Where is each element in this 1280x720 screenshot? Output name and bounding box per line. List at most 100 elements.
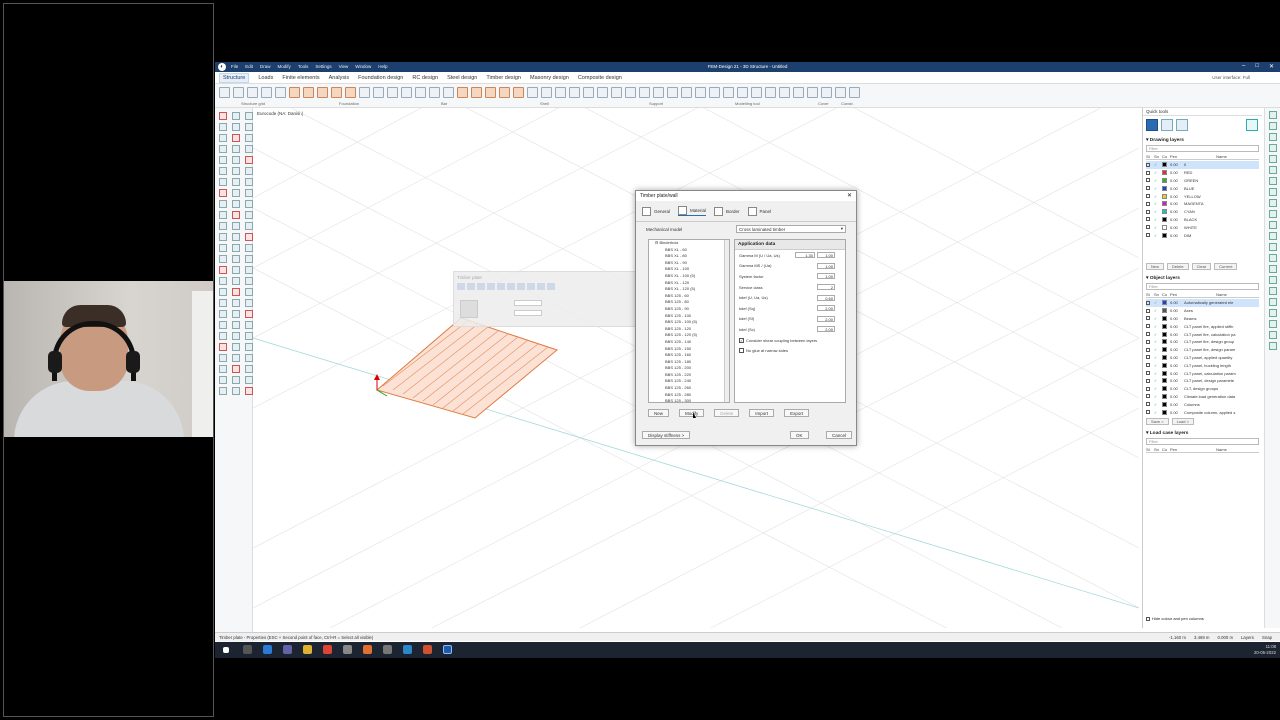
left-tool-icon[interactable] xyxy=(245,387,253,395)
layer-row[interactable]: ✓ 0.00 YELLOW xyxy=(1146,192,1259,200)
left-tool-icon[interactable] xyxy=(232,332,240,340)
toolbar-tool-icon[interactable] xyxy=(443,87,454,98)
layer-color-swatch[interactable] xyxy=(1162,216,1167,222)
toolbar-tool-icon[interactable] xyxy=(653,87,664,98)
layer-visible-checkbox[interactable] xyxy=(1146,371,1150,376)
left-tool-icon[interactable] xyxy=(232,288,240,296)
toolbar-tool-icon[interactable] xyxy=(639,87,650,98)
toolbar-tool-icon[interactable] xyxy=(695,87,706,98)
objects-tab-icon[interactable] xyxy=(1176,119,1188,131)
layer-new-button[interactable]: New xyxy=(1146,263,1165,270)
row-value-field[interactable]: 2 xyxy=(817,284,835,291)
tab-structure[interactable]: Structure xyxy=(219,72,250,83)
tree-item[interactable]: BBS 125 - 280 xyxy=(649,392,729,399)
left-tool-icon[interactable] xyxy=(245,277,253,285)
layer-snap-check-icon[interactable]: ✓ xyxy=(1154,339,1162,344)
toolbar-tool-icon[interactable] xyxy=(583,87,594,98)
layer-visible-checkbox[interactable] xyxy=(1146,186,1150,191)
toolbar-tool-icon[interactable] xyxy=(233,87,244,98)
tab-rc-design[interactable]: RC design xyxy=(412,75,438,81)
dialog-close-icon[interactable]: ✕ xyxy=(847,192,852,199)
toolbar-tool-icon[interactable] xyxy=(317,87,328,98)
left-tool-icon[interactable] xyxy=(232,156,240,164)
layer-row[interactable]: ✓ 0.00 Axes xyxy=(1146,307,1259,315)
layer-visible-checkbox[interactable] xyxy=(1146,363,1150,368)
left-tool-icon[interactable] xyxy=(232,211,240,219)
new-button[interactable]: New xyxy=(648,409,670,417)
layer-row[interactable]: ✓ 0.00 CYAN xyxy=(1146,208,1259,216)
tree-item[interactable]: BBS 125 - 260 xyxy=(649,385,729,392)
display-stiffness-button[interactable]: Display stiffness > xyxy=(642,431,691,439)
left-tool-icon[interactable] xyxy=(245,145,253,153)
tree-item[interactable]: BBS XL - 100 xyxy=(649,266,729,273)
layer-clear-button[interactable]: Clear xyxy=(1191,263,1212,270)
layer-color-swatch[interactable] xyxy=(1162,362,1167,368)
toolbar-tool-icon[interactable] xyxy=(849,87,860,98)
left-tool-icon[interactable] xyxy=(232,134,240,142)
toolbar-tool-icon[interactable] xyxy=(779,87,790,98)
layer-row[interactable]: ✓ 0.00 CLT panel fire, calculation pa xyxy=(1146,330,1259,338)
material-library-tree[interactable]: ⊟ Binderholz BBS XL - 60 BBS XL - 80 BBS X… xyxy=(648,239,730,403)
left-tool-icon[interactable] xyxy=(232,277,240,285)
layer-snap-check-icon[interactable]: ✓ xyxy=(1154,394,1162,399)
left-tool-icon[interactable] xyxy=(219,299,227,307)
tree-item[interactable]: BBS 125 - 240 xyxy=(649,378,729,385)
left-tool-icon[interactable] xyxy=(232,123,240,131)
import-button[interactable]: Import xyxy=(749,409,775,417)
left-tool-icon[interactable] xyxy=(245,222,253,230)
left-tool-icon[interactable] xyxy=(232,233,240,241)
left-tool-icon[interactable] xyxy=(232,387,240,395)
layer-snap-check-icon[interactable]: ✓ xyxy=(1154,371,1162,376)
row-value-field[interactable]: 2.00 xyxy=(817,326,835,333)
tree-item[interactable]: BBS XL - 100 (5) xyxy=(649,273,729,280)
left-tool-icon[interactable] xyxy=(245,310,253,318)
status-snap-button[interactable]: Snap xyxy=(1262,635,1272,640)
layer-visible-checkbox[interactable] xyxy=(1146,339,1150,344)
left-tool-icon[interactable] xyxy=(219,222,227,230)
tree-item[interactable]: BBS 125 - 60 xyxy=(649,293,729,300)
tab-loads[interactable]: Loads xyxy=(258,75,273,81)
left-tool-icon[interactable] xyxy=(232,200,240,208)
left-tool-icon[interactable] xyxy=(219,288,227,296)
row-value-field[interactable]: 1.00 xyxy=(817,252,835,259)
outlook-icon[interactable] xyxy=(263,645,272,654)
left-tool-icon[interactable] xyxy=(232,255,240,263)
side-tool-icon[interactable] xyxy=(1269,188,1277,196)
layer-snap-check-icon[interactable]: ✓ xyxy=(1154,308,1162,313)
toolbar-tool-icon[interactable] xyxy=(499,87,510,98)
drawing-layers-filter[interactable]: Filter xyxy=(1146,145,1259,152)
tree-item[interactable]: BBS XL - 60 xyxy=(649,247,729,254)
side-tool-icon[interactable] xyxy=(1269,309,1277,317)
left-tool-icon[interactable] xyxy=(245,189,253,197)
layer-visible-checkbox[interactable] xyxy=(1146,170,1150,175)
toolbar-tool-icon[interactable] xyxy=(541,87,552,98)
load-case-layers-filter[interactable]: Filter xyxy=(1146,437,1259,445)
toolbar-tool-icon[interactable] xyxy=(821,87,832,98)
layer-color-swatch[interactable] xyxy=(1162,378,1167,384)
left-tool-icon[interactable] xyxy=(219,365,227,373)
layer-color-swatch[interactable] xyxy=(1162,409,1167,415)
left-tool-icon[interactable] xyxy=(245,365,253,373)
tree-item[interactable]: BBS 125 - 150 xyxy=(649,346,729,353)
left-tool-icon[interactable] xyxy=(232,266,240,274)
teams-icon[interactable] xyxy=(283,645,292,654)
layer-visible-checkbox[interactable] xyxy=(1146,410,1150,415)
side-tool-icon[interactable] xyxy=(1269,320,1277,328)
layer-row[interactable]: ✓ 0.00 Automatically generated ele xyxy=(1146,299,1259,307)
layer-row[interactable]: ✓ 0.00 BLACK xyxy=(1146,216,1259,224)
tab-composite-design[interactable]: Composite design xyxy=(578,75,622,81)
row-value-field[interactable]: 1.00 xyxy=(817,273,835,280)
left-tool-icon[interactable] xyxy=(245,156,253,164)
left-tool-icon[interactable] xyxy=(219,310,227,318)
tree-item[interactable]: BBS 125 - 120 (5) xyxy=(649,332,729,339)
left-tool-icon[interactable] xyxy=(232,222,240,230)
tab-steel-design[interactable]: Steel design xyxy=(447,75,477,81)
left-tool-icon[interactable] xyxy=(219,376,227,384)
toolbar-tool-icon[interactable] xyxy=(471,87,482,98)
explorer-icon[interactable] xyxy=(303,645,312,654)
left-tool-icon[interactable] xyxy=(219,145,227,153)
layer-color-swatch[interactable] xyxy=(1162,232,1167,238)
toolbar-tool-icon[interactable] xyxy=(359,87,370,98)
layer-snap-check-icon[interactable]: ✓ xyxy=(1154,300,1162,305)
toolbar-tool-icon[interactable] xyxy=(513,87,524,98)
